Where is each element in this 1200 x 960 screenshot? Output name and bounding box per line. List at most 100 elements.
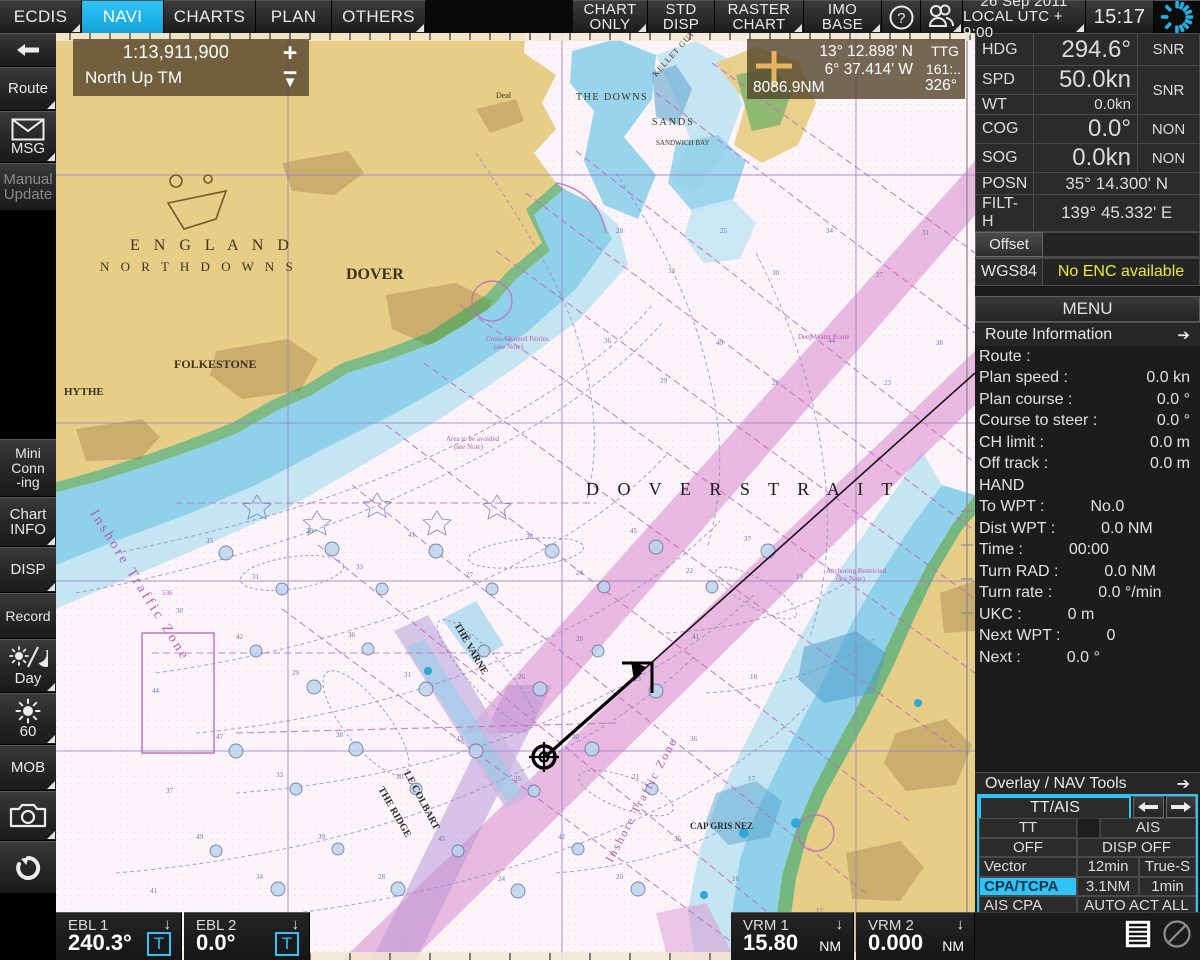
nav-row-posn[interactable]: POSN 35° 14.300' N <box>974 172 1200 195</box>
tab-charts[interactable]: CHARTS <box>164 0 256 33</box>
route-entry-key: Off track : <box>979 455 1049 473</box>
route-entry-route: Route : <box>975 346 1200 368</box>
help-button[interactable]: ? <box>882 0 921 33</box>
sidebar-item-mob[interactable]: MOB <box>0 745 56 791</box>
ais-header[interactable]: AIS <box>1100 818 1196 838</box>
posn-lat: 35° 14.300' N <box>1033 172 1200 195</box>
sidebar-item-mini-conning[interactable]: Mini Conn -ing <box>0 439 56 497</box>
chart-orientation: North Up TM <box>85 68 182 87</box>
undo-icon <box>16 855 41 880</box>
users-button[interactable] <box>921 0 963 33</box>
sog-label: SOG <box>974 143 1035 173</box>
offset-button[interactable]: Offset <box>975 232 1043 257</box>
sidebar-item-route[interactable]: Route <box>0 67 56 111</box>
raster-chart-button[interactable]: RASTER CHART <box>715 0 804 33</box>
svg-text:34: 34 <box>256 873 264 881</box>
cursor-longitude: 6° 37.414' W <box>824 61 913 78</box>
ebl1-mode-badge[interactable]: T <box>147 932 171 956</box>
vrm2-box[interactable]: VRM 2 ↓ 0.000 NM <box>856 912 975 960</box>
time-label: 15:17 <box>1093 5 1146 28</box>
tab-tt-ais[interactable]: TT/AIS <box>979 796 1131 818</box>
sidebar-item-manual-update[interactable]: Manual Update <box>0 163 56 211</box>
nav-row-sog[interactable]: SOG 0.0kn NON <box>974 143 1200 173</box>
sidebar-item-undo[interactable] <box>0 841 56 893</box>
sidebar-item-disp[interactable]: DISP <box>0 547 56 593</box>
overlay-next-button[interactable] <box>1165 796 1196 818</box>
nav-row-spd[interactable]: SPD 50.0kn SNR <box>974 65 1200 115</box>
ebl2-mode-badge[interactable]: T <box>275 932 299 956</box>
vrm2-dropdown-icon[interactable]: ↓ <box>957 916 965 933</box>
vector-mode[interactable]: True-S <box>1139 857 1196 877</box>
sidebar-item-day-night[interactable]: Day <box>0 639 56 693</box>
route-information-header[interactable]: Route Information ➔ <box>975 322 1200 346</box>
ebl1-box[interactable]: EBL 1 ↓ 240.3° T <box>56 912 182 960</box>
ebl2-dropdown-icon[interactable]: ↓ <box>292 916 300 933</box>
back-button[interactable] <box>0 33 56 67</box>
tab-navi[interactable]: NAVI <box>82 0 164 33</box>
raster-chart-label-2: CHART <box>732 16 786 33</box>
sidebar-item-screenshot[interactable] <box>0 791 56 841</box>
scale-dropdown-button[interactable]: ▼ <box>277 75 303 90</box>
svg-text:25: 25 <box>514 775 522 783</box>
std-disp-button[interactable]: STD DISP <box>648 0 715 33</box>
ttais-row-state: OFF DISP OFF <box>979 837 1196 857</box>
cpa-value[interactable]: 3.1NM <box>1077 876 1139 896</box>
vector-time[interactable]: 12min <box>1077 857 1139 877</box>
route-entry-value: 0.0 ° <box>1156 390 1190 408</box>
svg-text:(see Note): (see Note) <box>454 443 484 451</box>
ttais-row-cpa: CPA/TCPA 3.1NM 1min <box>979 876 1196 896</box>
enc-status: No ENC available <box>1043 258 1200 286</box>
chart-canvas[interactable]: 35 31 28 33 41 27 38 24 45 22 37 19 42 29 36 31 … <box>56 33 975 960</box>
sidebar-item-chart-info[interactable]: Chart INFO <box>0 497 56 547</box>
svg-text:39: 39 <box>318 833 326 841</box>
tcpa-value[interactable]: 1min <box>1139 876 1196 896</box>
label-sandwich-bay: SANDWICH BAY <box>656 139 710 147</box>
sidebar-item-msg[interactable]: MSG <box>0 111 56 163</box>
overlay-nav-tools-header[interactable]: Overlay / NAV Tools ➔ <box>975 772 1200 794</box>
datum-label[interactable]: WGS84 <box>975 258 1043 286</box>
sidebar-manual-label-2: Update <box>3 186 53 203</box>
tt-header[interactable]: TT <box>979 818 1077 838</box>
sidebar-disp-label: DISP <box>10 561 46 579</box>
ebl1-dropdown-icon[interactable]: ↓ <box>164 916 172 933</box>
nav-row-cog[interactable]: COG 0.0° NON <box>974 114 1200 144</box>
vrm1-value: 15.80 <box>743 930 799 955</box>
label-dover: DOVER <box>346 266 404 283</box>
vrm1-box[interactable]: VRM 1 ↓ 15.80 NM <box>731 912 854 960</box>
date-display[interactable]: 26 Sep 2011 LOCAL UTC + 9:00 <box>963 0 1086 40</box>
sidebar-item-record[interactable]: Record <box>0 593 56 639</box>
std-disp-label-1: STD <box>665 0 697 18</box>
svg-text:36: 36 <box>348 631 356 639</box>
chart-scale-box[interactable]: 1:13,911,900 North Up TM + − ▼ <box>73 39 309 96</box>
vector-label[interactable]: Vector <box>979 857 1077 877</box>
ais-state[interactable]: DISP OFF <box>1077 837 1196 857</box>
imo-base-button[interactable]: IMO BASE <box>804 0 882 33</box>
list-button[interactable] <box>1124 919 1152 954</box>
cpa-tcpa-label[interactable]: CPA/TCPA <box>979 876 1077 896</box>
menu-button[interactable]: MENU <box>975 296 1200 322</box>
svg-text:23: 23 <box>884 379 892 387</box>
wt-label: WT <box>974 94 1035 115</box>
route-entry-key: To WPT : <box>979 498 1045 516</box>
tab-others[interactable]: OTHERS <box>332 0 426 33</box>
vrm1-unit: NM <box>819 938 841 954</box>
overlay-prev-button[interactable] <box>1133 796 1164 818</box>
disable-button[interactable] <box>1162 919 1192 954</box>
tab-plan[interactable]: PLAN <box>256 0 332 33</box>
svg-text:21: 21 <box>632 773 640 781</box>
svg-text:40: 40 <box>716 339 724 347</box>
tt-state[interactable]: OFF <box>979 837 1077 857</box>
vrm1-dropdown-icon[interactable]: ↓ <box>836 916 844 933</box>
chart-only-button[interactable]: CHART ONLY <box>573 0 648 33</box>
activity-indicator <box>1154 0 1200 34</box>
route-entry-next-wpt: Next WPT : 0 <box>975 626 1200 648</box>
spd-label: SPD <box>974 65 1035 95</box>
nav-row-filth[interactable]: FILT-H 139° 45.332' E <box>974 194 1200 232</box>
tab-plan-label: PLAN <box>270 7 317 26</box>
route-entry-value: 0.0 m <box>1149 433 1190 451</box>
svg-text:Deep Water Route: Deep Water Route <box>798 333 849 341</box>
svg-text:536: 536 <box>162 589 173 597</box>
ebl2-box[interactable]: EBL 2 ↓ 0.0° T <box>184 912 310 960</box>
tab-ecdis[interactable]: ECDIS <box>0 0 82 33</box>
sidebar-item-brightness[interactable]: 60 <box>0 693 56 745</box>
